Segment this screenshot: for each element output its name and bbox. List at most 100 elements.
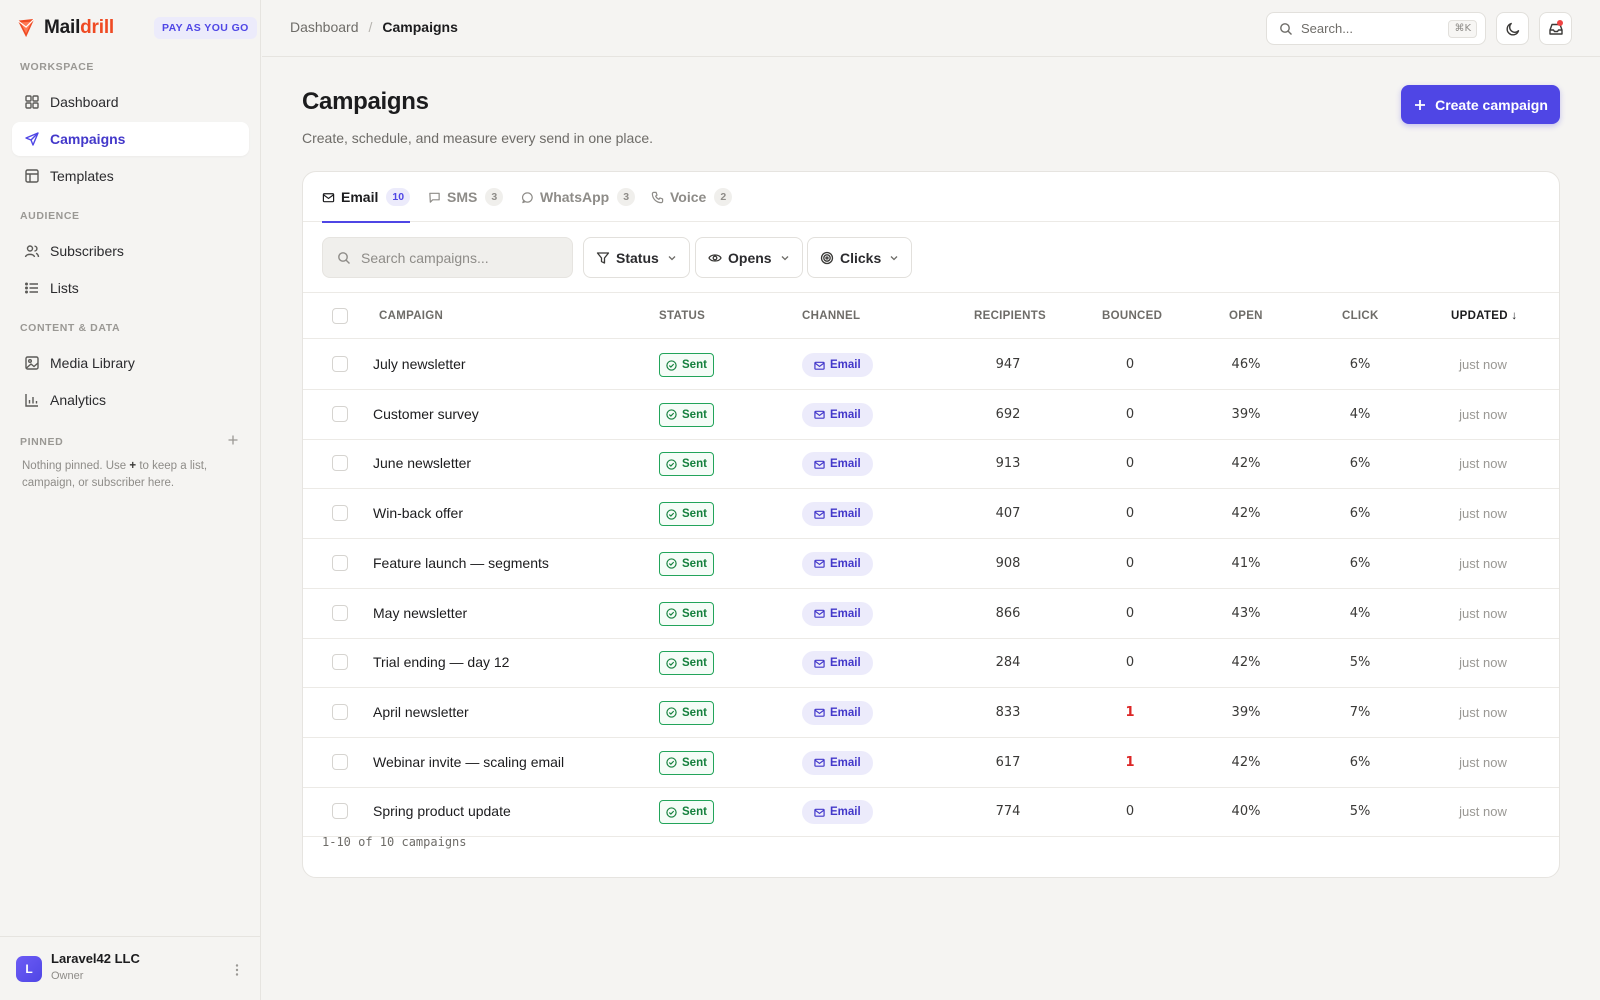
- pagination-summary: 1-10 of 10 campaigns: [322, 835, 467, 849]
- sidebar-item-analytics[interactable]: Analytics: [12, 383, 249, 417]
- pinned-note-text-1: Nothing pinned. Use: [22, 460, 130, 472]
- channel-badge: Email: [802, 502, 873, 527]
- campaign-name[interactable]: Webinar invite — scaling email: [373, 738, 564, 787]
- bounced-count: 0: [1125, 804, 1135, 820]
- channel-badge: Email: [802, 700, 873, 725]
- clicks-filter-button[interactable]: Clicks: [807, 237, 913, 278]
- table-row[interactable]: April newsletter Sent Email 833 1 39% 7% just n…: [303, 688, 1559, 738]
- column-header-recipients[interactable]: RECIPIENTS: [974, 294, 1046, 339]
- check-circle-icon: [666, 807, 677, 818]
- filter-icon: [596, 251, 610, 264]
- column-header-channel[interactable]: CHANNEL: [802, 294, 860, 339]
- click-rate: 4%: [1349, 406, 1371, 422]
- row-checkbox[interactable]: [332, 753, 348, 770]
- row-checkbox[interactable]: [332, 604, 348, 621]
- table-row[interactable]: Webinar invite — scaling email Sent Email 6…: [303, 738, 1559, 788]
- table-row[interactable]: Customer survey Sent Email 692 0 39% 4% just no…: [303, 390, 1559, 440]
- row-checkbox[interactable]: [332, 405, 348, 422]
- row-checkbox[interactable]: [332, 356, 348, 372]
- column-header-open[interactable]: OPEN: [1229, 294, 1263, 339]
- campaign-name[interactable]: April newsletter: [373, 688, 469, 737]
- status-badge: Sent: [659, 601, 714, 626]
- table-row[interactable]: Spring product update Sent Email 774 0 40% 5% j…: [303, 787, 1559, 838]
- row-checkbox[interactable]: [332, 703, 348, 720]
- campaign-name[interactable]: June newsletter: [373, 439, 471, 488]
- bounced-count: 0: [1125, 456, 1135, 472]
- tab-label: Voice: [670, 189, 707, 205]
- status-filter-button[interactable]: Status: [583, 237, 690, 278]
- search-icon: [338, 251, 350, 264]
- tab-label: Email: [341, 189, 379, 205]
- column-header-click[interactable]: CLICK: [1342, 294, 1379, 339]
- row-checkbox[interactable]: [332, 554, 348, 571]
- inbox-button[interactable]: [1539, 12, 1572, 45]
- campaign-name[interactable]: July newsletter: [373, 340, 466, 389]
- bounced-count: 0: [1125, 357, 1135, 372]
- sidebar-item-campaigns[interactable]: Campaigns: [12, 122, 249, 156]
- account-footer[interactable]: L Laravel42 LLC Owner: [0, 936, 261, 1000]
- mail-icon: [322, 192, 335, 202]
- column-header-bounced[interactable]: BOUNCED: [1102, 294, 1162, 339]
- theme-toggle-button[interactable]: [1496, 12, 1529, 45]
- row-checkbox[interactable]: [332, 654, 348, 671]
- send-icon: [25, 132, 39, 146]
- sidebar-item-templates[interactable]: Templates: [12, 159, 249, 193]
- create-campaign-label: Create campaign: [1435, 96, 1548, 113]
- tab-sms[interactable]: SMS 3: [428, 172, 504, 222]
- brand[interactable]: Maildrill: [16, 16, 114, 40]
- campaign-name[interactable]: May newsletter: [373, 589, 467, 638]
- status-badge: Sent: [659, 502, 714, 527]
- global-search-input[interactable]: Search... ⌘K: [1266, 12, 1486, 45]
- sidebar-item-subscribers[interactable]: Subscribers: [12, 234, 249, 268]
- table-row[interactable]: Trial ending — day 12 Sent Email 284 0 42% 5% j…: [303, 638, 1559, 689]
- column-header-status[interactable]: STATUS: [659, 294, 705, 339]
- table-row[interactable]: June newsletter Sent Email 913 0 42% 6% just no…: [303, 439, 1559, 490]
- moon-icon: [1506, 22, 1519, 35]
- campaign-search-input[interactable]: Search campaigns...: [322, 237, 573, 278]
- table-row[interactable]: July newsletter Sent Email 947 0 46% 6% just no…: [303, 340, 1559, 390]
- mail-icon: [814, 659, 825, 668]
- tab-label: WhatsApp: [540, 189, 610, 205]
- create-campaign-button[interactable]: Create campaign: [1401, 85, 1560, 124]
- tab-count: 2: [714, 188, 733, 206]
- sidebar-item-label: Dashboard: [50, 94, 119, 110]
- tab-count: 10: [386, 188, 411, 206]
- opens-filter-button[interactable]: Opens: [695, 237, 803, 278]
- column-header-updated[interactable]: UPDATED ↓: [1451, 294, 1517, 339]
- breadcrumb-dashboard[interactable]: Dashboard: [290, 19, 359, 35]
- table-row[interactable]: May newsletter Sent Email 866 0 43% 4% just now: [303, 589, 1559, 639]
- plan-badge[interactable]: PAY AS YOU GO: [154, 17, 257, 39]
- row-checkbox[interactable]: [332, 455, 348, 472]
- table-row[interactable]: Win-back offer Sent Email 407 0 42% 6% just now: [303, 489, 1559, 540]
- click-rate: 6%: [1349, 456, 1371, 472]
- table-header: CAMPAIGN STATUS CHANNEL RECIPIENTS BOUNC…: [303, 294, 1559, 339]
- channel-badge: Email: [802, 353, 873, 377]
- filter-label: Status: [616, 249, 659, 266]
- grid-icon: [25, 95, 39, 109]
- select-all-checkbox[interactable]: [332, 308, 348, 324]
- row-checkbox[interactable]: [332, 803, 348, 820]
- check-circle-icon: [666, 558, 677, 569]
- table-row[interactable]: Feature launch — segments Sent Email 908 0 41…: [303, 539, 1559, 589]
- sidebar-item-lists[interactable]: Lists: [12, 271, 249, 305]
- channel-badge: Email: [802, 651, 873, 676]
- column-header-campaign[interactable]: CAMPAIGN: [379, 294, 443, 339]
- avatar: L: [16, 956, 42, 982]
- campaign-name[interactable]: Customer survey: [373, 390, 479, 439]
- campaign-name[interactable]: Spring product update: [373, 787, 511, 836]
- tab-whatsapp[interactable]: WhatsApp 3: [521, 172, 636, 222]
- sidebar-item-label: Analytics: [50, 392, 107, 408]
- sidebar-item-label: Subscribers: [50, 243, 124, 259]
- mail-icon: [814, 460, 825, 469]
- sidebar-item-dashboard[interactable]: Dashboard: [12, 85, 249, 119]
- campaign-name[interactable]: Trial ending — day 12: [373, 638, 509, 687]
- more-vertical-icon[interactable]: [228, 961, 246, 979]
- sidebar-item-media-library[interactable]: Media Library: [12, 346, 249, 380]
- tab-email[interactable]: Email 10: [322, 172, 411, 223]
- campaign-name[interactable]: Win-back offer: [373, 489, 463, 538]
- campaign-name[interactable]: Feature launch — segments: [373, 539, 549, 588]
- row-checkbox[interactable]: [332, 505, 348, 522]
- tab-voice[interactable]: Voice 2: [651, 172, 733, 222]
- plus-icon[interactable]: [226, 433, 240, 447]
- click-rate: 6%: [1349, 357, 1371, 372]
